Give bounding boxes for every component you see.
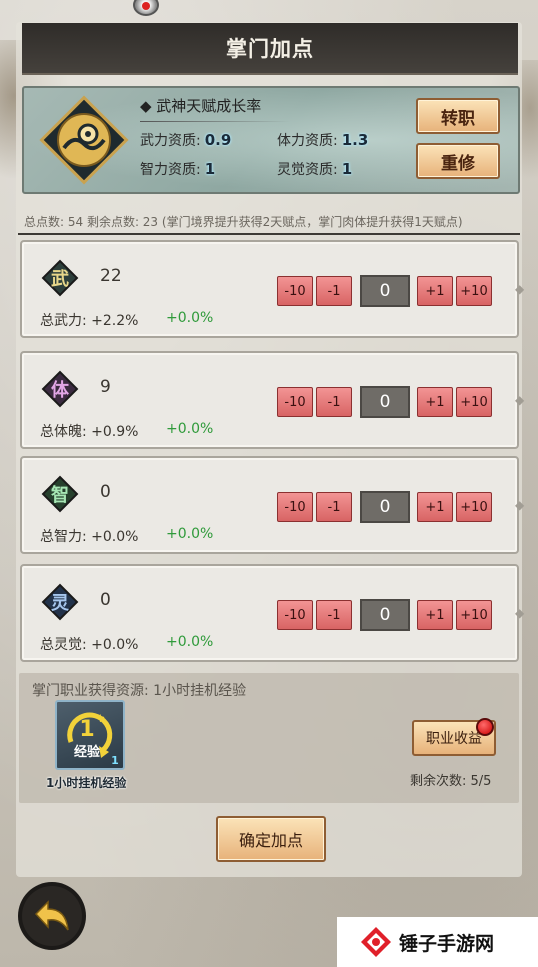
title-bar: 掌门加点 — [22, 23, 518, 75]
perception-amount-field[interactable]: 0 — [360, 599, 410, 631]
points-summary: 总点数: 54 剩余点数: 23 (掌门境界提升获得2天赋点，掌门肉体提升获得1… — [24, 215, 463, 229]
strength-minus10-button[interactable]: -10 — [277, 276, 313, 306]
watermark-text: 锤子手游网 — [399, 932, 495, 955]
perception-points: 0 — [100, 590, 111, 610]
strength-glyph-icon: 武 — [41, 259, 79, 297]
retrain-button[interactable]: 重修 — [416, 143, 500, 179]
martial-talent-emblem-icon — [39, 95, 129, 185]
svg-text:h: h — [99, 714, 105, 725]
svg-text:灵: 灵 — [51, 593, 70, 614]
perception-minus1-button[interactable]: -1 — [316, 600, 352, 630]
attribute-card-perception: 灵 0 总灵觉: +0.0% +0.0% -10 -1 0 +1 +10 ◆ — [20, 564, 524, 662]
stat-strength-aptitude: 武力资质: 0.9 — [140, 131, 232, 149]
svg-text:智: 智 — [51, 484, 69, 506]
page-title: 掌门加点 — [226, 37, 314, 61]
perception-plus1-button[interactable]: +1 — [417, 600, 453, 630]
strength-amount-field[interactable]: 0 — [360, 275, 410, 307]
intelligence-total: 总智力: +0.0% — [40, 529, 139, 545]
talent-underline — [140, 121, 290, 122]
stat-intelligence-aptitude: 智力资质: 1 — [140, 160, 216, 178]
confirm-allocation-button[interactable]: 确定加点 — [216, 816, 326, 862]
side-arrow-icon: ◆ — [515, 606, 525, 620]
perception-glyph-icon: 灵 — [41, 583, 79, 621]
divider — [18, 233, 520, 235]
change-job-button[interactable]: 转职 — [416, 98, 500, 134]
hammer-logo-icon — [361, 927, 391, 957]
intelligence-bonus: +0.0% — [166, 526, 214, 542]
svg-text:经验: 经验 — [74, 744, 101, 760]
strength-bonus: +0.0% — [166, 310, 214, 326]
career-resource-title: 掌门职业获得资源: 1小时挂机经验 — [32, 683, 247, 699]
constitution-plus1-button[interactable]: +1 — [417, 387, 453, 417]
constitution-minus1-button[interactable]: -1 — [316, 387, 352, 417]
constitution-plus10-button[interactable]: +10 — [456, 387, 492, 417]
attribute-card-constitution: 体 9 总体魄: +0.9% +0.0% -10 -1 0 +1 +10 ◆ — [20, 351, 524, 449]
intelligence-minus1-button[interactable]: -1 — [316, 492, 352, 522]
attribute-card-strength: 武 22 总武力: +2.2% +0.0% -10 -1 0 +1 +10 ◆ — [20, 240, 524, 338]
strength-points: 22 — [100, 266, 122, 286]
constitution-minus10-button[interactable]: -10 — [277, 387, 313, 417]
notification-dot-icon — [476, 718, 494, 736]
perception-minus10-button[interactable]: -10 — [277, 600, 313, 630]
strength-minus1-button[interactable]: -1 — [316, 276, 352, 306]
svg-text:1: 1 — [111, 754, 119, 767]
strength-plus10-button[interactable]: +10 — [456, 276, 492, 306]
back-arrow-icon[interactable] — [14, 878, 90, 954]
side-arrow-icon: ◆ — [515, 282, 525, 296]
intelligence-plus10-button[interactable]: +10 — [456, 492, 492, 522]
exp-item-name: 1小时挂机经验 — [46, 776, 127, 790]
svg-text:武: 武 — [51, 269, 69, 290]
constitution-amount-field[interactable]: 0 — [360, 386, 410, 418]
constitution-glyph-icon: 体 — [41, 370, 79, 408]
intelligence-plus1-button[interactable]: +1 — [417, 492, 453, 522]
side-arrow-icon: ◆ — [515, 393, 525, 407]
strength-total: 总武力: +2.2% — [40, 313, 139, 329]
intelligence-minus10-button[interactable]: -10 — [277, 492, 313, 522]
site-watermark: 锤子手游网 — [337, 917, 538, 967]
side-arrow-icon: ◆ — [515, 498, 525, 512]
exp-item-slot[interactable]: 1 h 经验 1 — [55, 700, 125, 770]
constitution-points: 9 — [100, 377, 111, 397]
strength-plus1-button[interactable]: +1 — [417, 276, 453, 306]
stat-constitution-aptitude: 体力资质: 1.3 — [277, 131, 369, 149]
idle-exp-icon: 1 h 经验 1 — [67, 712, 119, 767]
intelligence-glyph-icon: 智 — [41, 475, 79, 513]
stat-perception-aptitude: 灵觉资质: 1 — [277, 160, 353, 178]
constitution-total: 总体魄: +0.9% — [40, 424, 139, 440]
svg-text:1: 1 — [79, 717, 94, 742]
remaining-count: 剩余次数: 5/5 — [410, 774, 492, 789]
constitution-bonus: +0.0% — [166, 421, 214, 437]
attribute-card-intelligence: 智 0 总智力: +0.0% +0.0% -10 -1 0 +1 +10 ◆ — [20, 456, 524, 554]
perception-bonus: +0.0% — [166, 634, 214, 650]
intelligence-points: 0 — [100, 482, 111, 502]
talent-name: ◆ 武神天赋成长率 — [140, 97, 262, 115]
perception-total: 总灵觉: +0.0% — [40, 637, 139, 653]
perception-plus10-button[interactable]: +10 — [456, 600, 492, 630]
svg-text:体: 体 — [51, 379, 70, 401]
intelligence-amount-field[interactable]: 0 — [360, 491, 410, 523]
